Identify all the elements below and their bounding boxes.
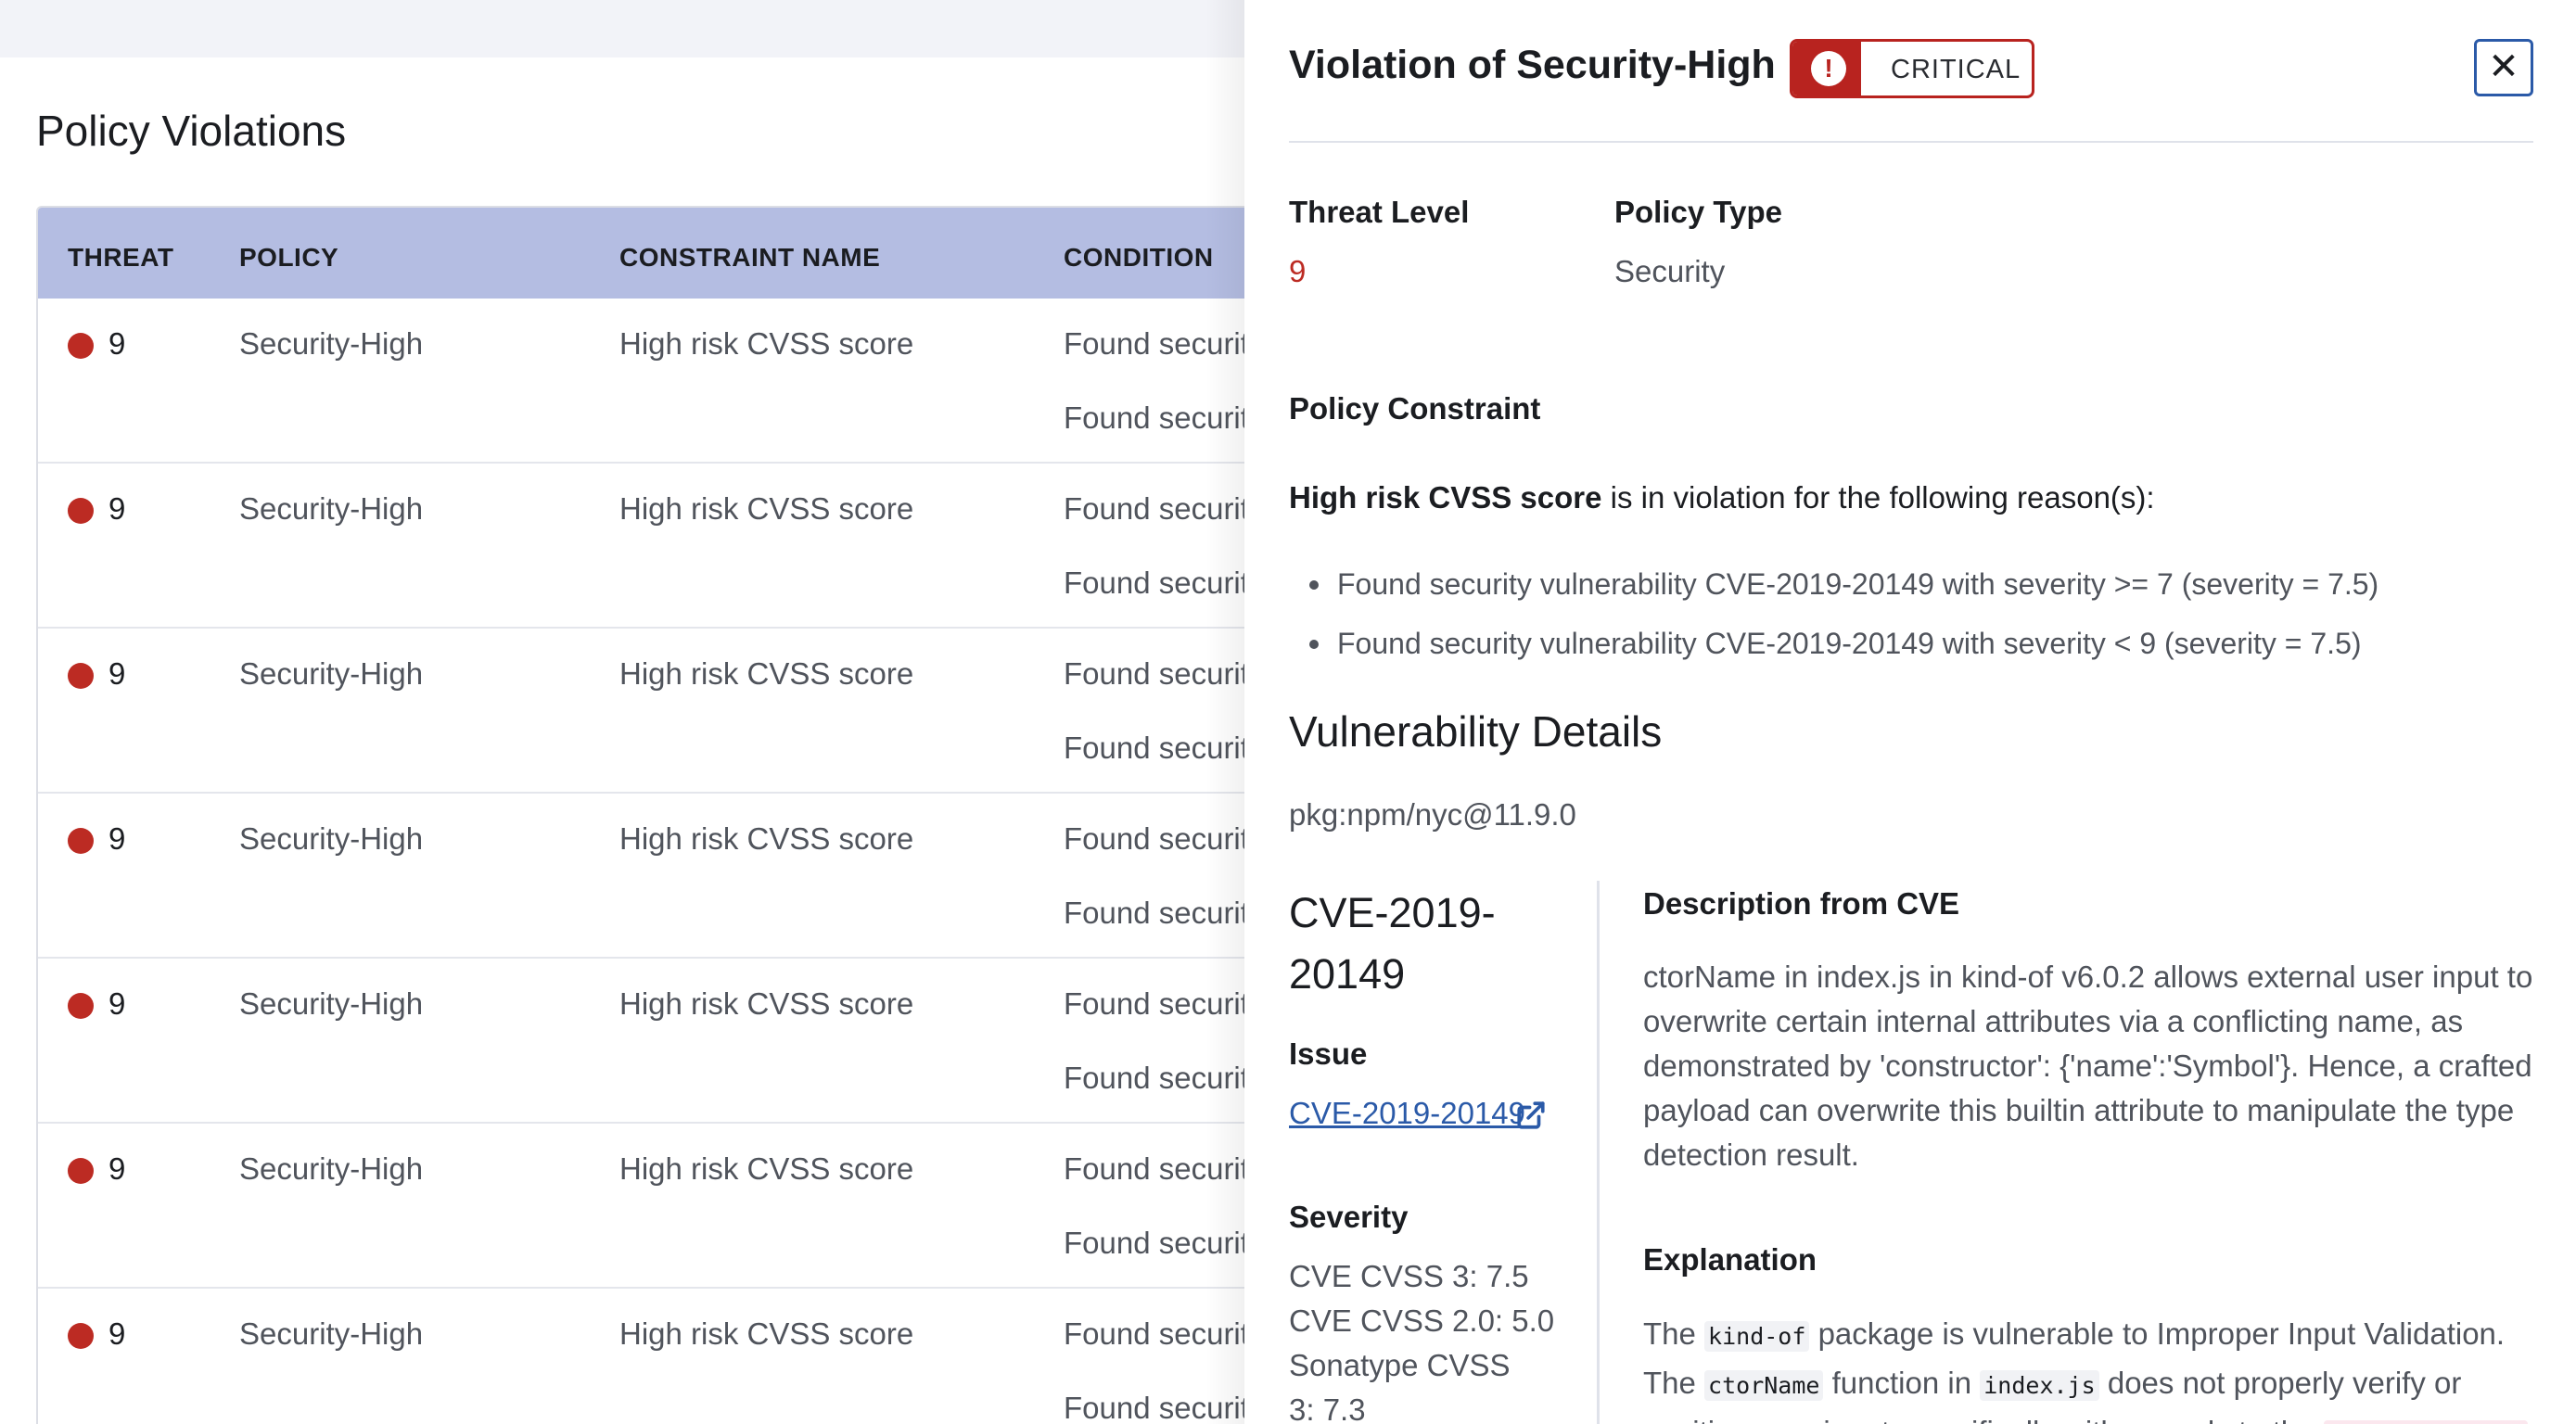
severity-line: CVE CVSS 3: 7.5	[1289, 1259, 1529, 1293]
threat-dot-icon	[68, 828, 94, 854]
severity-label: Severity	[1289, 1200, 1409, 1234]
threat-level-label: Threat Level	[1289, 195, 1470, 229]
reason-item: Found security vulnerability CVE-2019-20…	[1289, 554, 2378, 614]
constraint-value: High risk CVSS score	[619, 1316, 914, 1351]
reason-list: Found security vulnerability CVE-2019-20…	[1289, 554, 2378, 673]
divider	[1289, 141, 2533, 143]
constraint-value: High risk CVSS score	[619, 986, 914, 1021]
threat-dot-icon	[68, 663, 94, 689]
threat-value: 9	[108, 491, 126, 526]
code-index-js: index.js	[1980, 1370, 2099, 1401]
table-row[interactable]: 9 Security-High High risk CVSS score Fou…	[38, 464, 1333, 629]
exclamation-circle-icon: !	[1811, 51, 1846, 86]
column-header-policy[interactable]: POLICY	[239, 243, 338, 273]
threat-level-value: 9	[1289, 254, 1307, 288]
constraint-value: High risk CVSS score	[619, 1151, 914, 1186]
threat-value: 9	[108, 1151, 126, 1186]
close-button[interactable]: ✕	[2474, 39, 2533, 96]
policy-type-label: Policy Type	[1614, 195, 1782, 229]
reason-suffix: is in violation for the following reason…	[1601, 480, 2155, 515]
vulnerability-heading: Vulnerability Details	[1289, 707, 1663, 756]
table-row[interactable]: 9 Security-High High risk CVSS score Fou…	[38, 794, 1333, 959]
cve-issue-link[interactable]: CVE-2019-20149	[1289, 1096, 1525, 1131]
threat-dot-icon	[68, 498, 94, 524]
cve-title-line: 20149	[1289, 950, 1406, 998]
cve-title: CVE-2019- 20149	[1289, 883, 1567, 1005]
threat-value: 9	[108, 326, 126, 361]
threat-dot-icon	[68, 333, 94, 359]
table-row[interactable]: 9 Security-High High risk CVSS score Fou…	[38, 1124, 1333, 1289]
critical-badge: ! CRITICAL	[1790, 39, 2034, 98]
violation-drawer: Violation of Security-High ! CRITICAL ✕ …	[1244, 0, 2576, 1424]
cve-description: ctorName in index.js in kind-of v6.0.2 a…	[1643, 960, 2533, 1172]
column-header-condition[interactable]: CONDITION	[1064, 243, 1214, 273]
table-row[interactable]: 9 Security-High High risk CVSS score Fou…	[38, 629, 1333, 794]
table-row[interactable]: 9 Security-High High risk CVSS score Fou…	[38, 1289, 1333, 1424]
constraint-value: High risk CVSS score	[619, 656, 914, 691]
description-label: Description from CVE	[1643, 886, 1960, 921]
violations-table: THREAT POLICY CONSTRAINT NAME CONDITION …	[36, 206, 1334, 1424]
cve-title-line: CVE-2019-	[1289, 889, 1496, 936]
badge-label: CRITICAL	[1891, 55, 2021, 84]
table-row[interactable]: 9 Security-High High risk CVSS score Fou…	[38, 959, 1333, 1124]
package-identifier: pkg:npm/nyc@11.9.0	[1289, 797, 1576, 832]
constraint-name: High risk CVSS score	[1289, 480, 1602, 515]
policy-type-value: Security	[1614, 254, 1726, 288]
table-row[interactable]: 9 Security-High High risk CVSS score Fou…	[38, 299, 1333, 464]
policy-constraint-label: Policy Constraint	[1289, 391, 1541, 426]
page: Policy Violations THREAT POLICY CONSTRAI…	[0, 0, 2576, 1424]
policy-value: Security-High	[239, 1316, 424, 1351]
explanation-label: Explanation	[1643, 1242, 1817, 1277]
threat-value: 9	[108, 1316, 126, 1351]
constraint-value: High risk CVSS score	[619, 491, 914, 526]
policy-value: Security-High	[239, 1151, 424, 1186]
threat-dot-icon	[68, 1158, 94, 1184]
policy-value: Security-High	[239, 491, 424, 526]
reason-item: Found security vulnerability CVE-2019-20…	[1289, 614, 2378, 673]
column-header-threat[interactable]: THREAT	[68, 243, 173, 273]
page-title: Policy Violations	[36, 107, 347, 155]
explanation-fragment: function in	[1823, 1366, 1981, 1400]
close-icon: ✕	[2488, 46, 2519, 87]
table-header: THREAT POLICY CONSTRAINT NAME CONDITION	[38, 208, 1333, 299]
threat-value: 9	[108, 656, 126, 691]
policy-value: Security-High	[239, 326, 424, 361]
severity-line: CVE CVSS 2.0: 5.0	[1289, 1303, 1555, 1338]
policy-value: Security-High	[239, 656, 424, 691]
external-link-icon[interactable]	[1515, 1100, 1547, 1131]
policy-value: Security-High	[239, 986, 424, 1021]
column-header-constraint[interactable]: CONSTRAINT NAME	[619, 243, 880, 273]
constraint-value: High risk CVSS score	[619, 821, 914, 856]
code-ctorname: ctorName	[1704, 1370, 1824, 1401]
severity-line: Sonatype CVSS	[1289, 1348, 1511, 1382]
explanation-text: The kind-of package is vulnerable to Imp…	[1643, 1311, 2533, 1424]
threat-value: 9	[108, 821, 126, 856]
constraint-value: High risk CVSS score	[619, 326, 914, 361]
policy-value: Security-High	[239, 821, 424, 856]
explanation-fragment: The	[1643, 1316, 1705, 1351]
column-divider	[1597, 881, 1600, 1424]
severity-line: 3: 7.3	[1289, 1392, 1366, 1424]
threat-value: 9	[108, 986, 126, 1021]
badge-icon-box: !	[1792, 42, 1861, 95]
constraint-reason: High risk CVSS score is in violation for…	[1289, 480, 2155, 515]
issue-label: Issue	[1289, 1036, 1368, 1071]
code-kind-of: kind-of	[1704, 1321, 1810, 1352]
threat-dot-icon	[68, 1323, 94, 1349]
top-bar	[0, 0, 1261, 57]
threat-dot-icon	[68, 993, 94, 1019]
drawer-title: Violation of Security-High	[1289, 43, 1776, 87]
code-highlight	[2323, 1420, 2528, 1424]
